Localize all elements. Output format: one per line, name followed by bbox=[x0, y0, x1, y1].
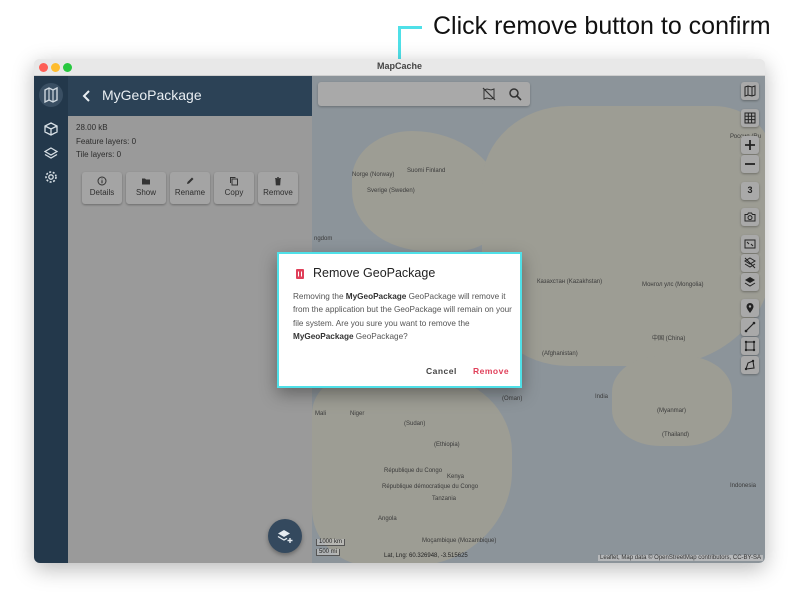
zoom-in-button[interactable] bbox=[741, 136, 759, 154]
map-label: République démocratique du Congo bbox=[382, 484, 479, 490]
details-label: Details bbox=[89, 188, 115, 197]
rename-button[interactable]: Rename bbox=[170, 172, 210, 204]
settings-gear-icon[interactable] bbox=[44, 170, 58, 184]
layers-icon[interactable] bbox=[43, 146, 59, 160]
details-button[interactable]: Details bbox=[82, 172, 122, 204]
copy-label: Copy bbox=[224, 188, 244, 197]
map-label: Tanzania bbox=[432, 496, 457, 502]
fit-bounds-button[interactable] bbox=[741, 235, 759, 253]
grid-icon bbox=[744, 112, 756, 124]
zoom-level-indicator: 3 bbox=[741, 182, 759, 200]
map-label: Казахстан (Kazakhstan) bbox=[537, 279, 603, 285]
dialog-message: Removing the MyGeoPackage GeoPackage wil… bbox=[293, 292, 512, 341]
map-attribution: Leaflet, Map data © OpenStreetMap contri… bbox=[598, 555, 763, 561]
zoom-level: 3 bbox=[747, 185, 753, 195]
remove-geopackage-dialog: Remove GeoPackage Removing the MyGeoPack… bbox=[277, 252, 522, 388]
map-pin-icon bbox=[746, 303, 754, 313]
expand-icon bbox=[744, 239, 756, 249]
scale-mi: 500 mi bbox=[316, 549, 341, 556]
map-label: India bbox=[595, 394, 609, 400]
map-label: (Oman) bbox=[502, 396, 523, 402]
cursor-coordinates: Lat, Lng: 60.326948, -3.515625 bbox=[384, 553, 468, 559]
map-label: Suomi Finland bbox=[407, 168, 446, 174]
zoom-out-button[interactable] bbox=[741, 155, 759, 173]
land-mass bbox=[482, 106, 765, 366]
tile-layers-count: Tile layers: 0 bbox=[76, 150, 122, 159]
geopackage-name: MyGeoPackage bbox=[345, 292, 407, 301]
title-bar: MapCache bbox=[34, 59, 765, 76]
rename-label: Rename bbox=[174, 188, 206, 197]
dialog-title: Remove GeoPackage bbox=[313, 266, 436, 280]
copy-icon bbox=[230, 177, 238, 186]
map-label: Монгол улс (Mongolia) bbox=[642, 282, 704, 288]
pencil-icon bbox=[187, 177, 194, 184]
map-label: (Ethiopia) bbox=[434, 442, 460, 448]
map-label: Angola bbox=[378, 516, 397, 522]
show-button[interactable]: Show bbox=[126, 172, 166, 204]
geopackage-title: MyGeoPackage bbox=[102, 87, 202, 103]
map-label: (Sudan) bbox=[404, 421, 426, 427]
map-search-bar[interactable] bbox=[318, 82, 530, 106]
map-label: (Thailand) bbox=[662, 432, 690, 438]
page: Click remove button to confirm MapCache bbox=[0, 0, 800, 607]
map-label: (Myanmar) bbox=[657, 408, 687, 414]
copy-button[interactable]: Copy bbox=[214, 172, 254, 204]
feature-layers-count: Feature layers: 0 bbox=[76, 137, 137, 146]
info-icon bbox=[97, 176, 107, 186]
polygon-icon bbox=[744, 359, 755, 371]
cancel-button[interactable]: Cancel bbox=[426, 366, 457, 376]
map-label: ngdom bbox=[314, 236, 333, 242]
map-label: Norge (Norway) bbox=[352, 172, 395, 178]
trash-icon bbox=[294, 267, 306, 279]
draw-point-button[interactable] bbox=[741, 299, 759, 317]
draw-line-button[interactable] bbox=[741, 318, 759, 336]
map-label: (Afghanistan) bbox=[542, 351, 578, 357]
remove-label: Remove bbox=[263, 188, 293, 197]
app-logo-icon bbox=[39, 83, 63, 107]
add-layer-icon bbox=[277, 530, 293, 543]
back-chevron-icon[interactable] bbox=[78, 87, 96, 105]
basemap-button[interactable] bbox=[741, 82, 759, 100]
geopackage-cube-icon[interactable] bbox=[44, 122, 58, 136]
map-label: Niger bbox=[350, 411, 365, 417]
layer-order-button[interactable] bbox=[741, 273, 759, 291]
minus-icon bbox=[745, 163, 755, 165]
geopackage-name: MyGeoPackage bbox=[293, 331, 354, 341]
map-label: 中国 (China) bbox=[652, 336, 686, 342]
trash-icon bbox=[275, 177, 281, 186]
folder-icon bbox=[142, 178, 150, 185]
layers-off-button[interactable] bbox=[741, 254, 759, 272]
annotation-text: Click remove button to confirm bbox=[433, 12, 771, 40]
nav-rail bbox=[34, 76, 68, 563]
map-off-icon[interactable] bbox=[482, 87, 496, 101]
annotation-line bbox=[398, 26, 422, 29]
map-label: Indonesia bbox=[730, 483, 757, 489]
geopackage-size: 28.00 kB bbox=[76, 123, 108, 132]
drawer-header: MyGeoPackage bbox=[68, 76, 312, 116]
map-label: Mali bbox=[315, 411, 327, 417]
draw-rectangle-button[interactable] bbox=[741, 337, 759, 355]
window-title: MapCache bbox=[376, 61, 422, 71]
show-label: Show bbox=[135, 188, 156, 197]
add-layer-fab[interactable] bbox=[268, 519, 302, 553]
rectangle-icon bbox=[744, 340, 756, 352]
geopackage-drawer: MyGeoPackage 28.00 kB Feature layers: 0 … bbox=[68, 76, 312, 563]
polyline-icon bbox=[744, 321, 756, 333]
camera-icon bbox=[744, 212, 756, 222]
map-label: Sverige (Sweden) bbox=[367, 188, 415, 194]
plus-icon bbox=[745, 140, 755, 150]
map-icon bbox=[744, 85, 756, 97]
scale-km: 1000 km bbox=[316, 539, 346, 546]
draw-polygon-button[interactable] bbox=[741, 356, 759, 374]
search-icon[interactable] bbox=[508, 87, 522, 101]
map-label: Kenya bbox=[447, 474, 465, 480]
map-label: Moçambique (Mozambique) bbox=[422, 538, 497, 544]
confirm-remove-button[interactable]: Remove bbox=[473, 366, 509, 376]
layers-off-icon bbox=[744, 257, 756, 269]
layers-icon bbox=[744, 277, 756, 287]
screenshot-button[interactable] bbox=[741, 208, 759, 226]
grid-button[interactable] bbox=[741, 109, 759, 127]
remove-button[interactable]: Remove bbox=[258, 172, 298, 204]
map-label: République du Congo bbox=[384, 468, 443, 474]
